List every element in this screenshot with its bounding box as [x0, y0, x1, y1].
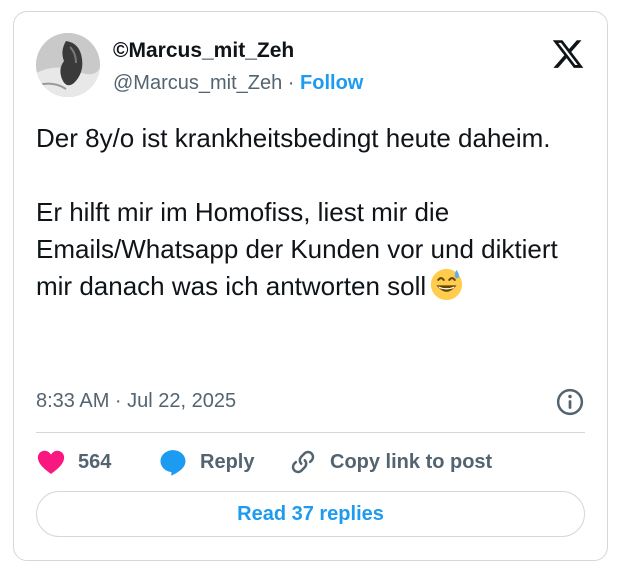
copy-link-label: Copy link to post: [330, 450, 493, 473]
tweet-timestamp[interactable]: 8:33 AM · Jul 22, 2025: [36, 390, 236, 413]
read-replies-button[interactable]: Read 37 replies: [36, 491, 585, 537]
divider: [36, 432, 585, 433]
link-icon: [291, 450, 315, 474]
author-handle-row: @Marcus_mit_Zeh · Follow: [113, 72, 363, 95]
author-display-name[interactable]: ©Marcus_mit_Zeh: [113, 39, 294, 63]
action-bar: 564 Reply Copy link to post: [36, 444, 492, 480]
author-handle[interactable]: @Marcus_mit_Zeh: [113, 72, 282, 94]
tweet-card: ©Marcus_mit_Zeh @Marcus_mit_Zeh · Follow…: [13, 11, 608, 561]
separator-dot: ·: [282, 72, 301, 94]
reply-button[interactable]: Reply: [158, 447, 288, 477]
grinning-face-with-sweat-icon: [431, 268, 463, 301]
follow-button[interactable]: Follow: [300, 72, 363, 94]
info-icon[interactable]: [555, 387, 585, 417]
copy-link-button[interactable]: Copy link to post: [288, 447, 492, 477]
reply-bubble-icon: [160, 450, 186, 476]
avatar[interactable]: [36, 33, 100, 97]
like-count: 564: [78, 450, 112, 473]
tweet-text: Der 8y/o ist krankheitsbedingt heute dah…: [36, 120, 596, 305]
reply-label: Reply: [200, 450, 255, 473]
like-button[interactable]: 564: [36, 447, 158, 477]
x-logo-icon[interactable]: [551, 37, 585, 71]
heart-icon: [37, 450, 65, 474]
tweet-body: Der 8y/o ist krankheitsbedingt heute dah…: [36, 123, 558, 301]
